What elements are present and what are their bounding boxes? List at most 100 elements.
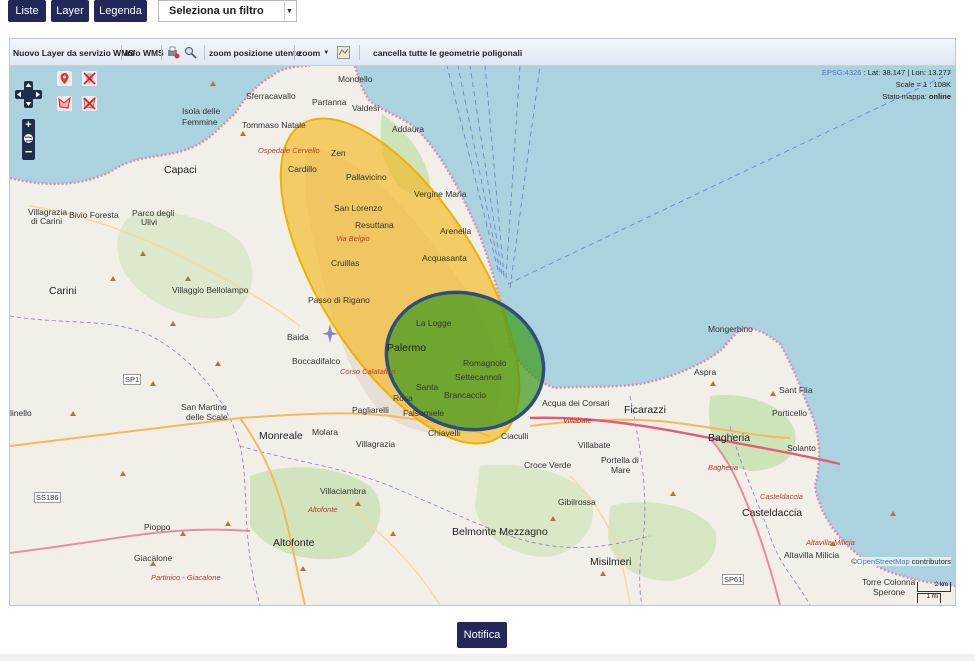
place-label: Vergine Maria [414, 189, 467, 199]
delete-polygon-icon[interactable] [82, 96, 97, 111]
place-label: Romagnolo [463, 358, 507, 368]
place-label: Baida [287, 332, 309, 342]
place-label: Palermo [387, 342, 427, 354]
search-icon[interactable] [184, 46, 197, 59]
place-label: Rosa [393, 393, 413, 403]
place-label: Altofonte [273, 537, 315, 549]
place-label: Pagliarelli [352, 405, 389, 415]
place-label: Zen [331, 148, 346, 158]
place-label: Altavilla Milicia [806, 538, 855, 547]
place-label: Bagheria [708, 463, 739, 472]
place-label: Isola delle [182, 106, 221, 116]
place-label: Altavilla Milicia [784, 550, 840, 560]
place-label: linello [10, 408, 32, 418]
zoom-out-button[interactable]: − [22, 145, 35, 159]
place-label: Boccadifalco [292, 356, 341, 366]
caret-down-icon: ▼ [323, 49, 330, 56]
map-panel: Nuovo Layer da servizio WMS Info WMS zoo… [9, 38, 956, 606]
toolbar-divider [294, 45, 295, 60]
place-label: Sant Flia [779, 385, 813, 395]
place-label: Falsomiele [403, 408, 445, 418]
toolbar-divider [121, 45, 122, 60]
place-label: Belmonte Mezzagno [452, 526, 548, 538]
filter-select-value: Seleziona un filtro [169, 5, 264, 17]
place-label: Ulivi [141, 217, 158, 227]
place-label: San Martino [181, 402, 227, 412]
layer-button[interactable]: Layer [51, 0, 89, 22]
zoom-user-position-button[interactable]: zoom posizione utente [209, 39, 301, 66]
place-label: Acqua dei Corsari [542, 398, 610, 408]
top-bar: Liste Layer Legenda Seleziona un filtro … [0, 0, 975, 26]
place-label: La Logge [416, 318, 452, 328]
notifica-button[interactable]: Notifica [457, 622, 507, 648]
road-shield: SP1 [123, 374, 142, 385]
clear-polygons-button[interactable]: cancella tutte le geometrie poligonali [373, 39, 522, 66]
toolbar-divider [161, 45, 162, 60]
place-label: Mongerbino [708, 324, 753, 334]
place-label: Giacalone [134, 553, 173, 563]
place-label: Altofonte [308, 505, 338, 514]
road-shield: SP61 [722, 574, 745, 585]
place-label: Casteldaccia [742, 507, 803, 519]
chevron-down-icon: ▼ [284, 2, 294, 20]
liste-button[interactable]: Liste [8, 0, 46, 22]
legenda-button[interactable]: Legenda [94, 0, 147, 22]
place-label: di Carini [31, 216, 63, 226]
place-label: Villabate [563, 416, 592, 425]
pan-control[interactable] [15, 81, 42, 108]
toolbar-divider [204, 45, 205, 60]
place-label: Cardillo [288, 164, 317, 174]
draw-point-icon[interactable] [57, 71, 72, 86]
toolbar-divider [359, 45, 360, 60]
map-attribution: ©OpenStreetMap contributors [851, 557, 951, 566]
place-label: Capaci [164, 164, 197, 176]
place-label: Santa [416, 382, 439, 392]
place-label: Passo di Rigano [308, 295, 370, 305]
delete-point-icon[interactable] [82, 71, 97, 86]
globe-icon[interactable] [23, 133, 34, 144]
projection-label: EPSG:4326 [821, 68, 862, 77]
road-shield: SS186 [34, 492, 61, 503]
map-toolbar: Nuovo Layer da servizio WMS Info WMS zoo… [10, 39, 955, 66]
place-label: Aspra [694, 367, 717, 377]
place-label: Gibilrossa [558, 497, 596, 507]
place-label: Acquasanta [422, 253, 467, 263]
scale-bar-km: 2 km [917, 582, 951, 592]
map-polygon-icon[interactable] [337, 46, 350, 59]
place-label: Partinico - Giacalone [151, 573, 221, 582]
place-label: Via Belgio [336, 234, 370, 243]
scale-bar: 2 km 1 mi [917, 582, 953, 604]
new-wms-layer-button[interactable]: Nuovo Layer da servizio WMS [13, 39, 134, 66]
place-label: Pioppo [144, 522, 171, 532]
draw-polygon-icon[interactable] [57, 96, 72, 111]
place-label: Portella di [601, 455, 639, 465]
filter-select[interactable]: Seleziona un filtro ▼ [158, 0, 297, 22]
place-label: Arenella [440, 226, 472, 236]
place-label: Sperone [873, 587, 906, 597]
zoom-dropdown[interactable]: zoom ▼ [298, 39, 329, 66]
print-icon[interactable] [167, 46, 180, 59]
place-label: Valdesi [352, 103, 380, 113]
scale-bar-mi: 1 mi [917, 593, 941, 603]
place-label: Corso Calatafimi [340, 367, 396, 376]
place-label: Monreale [259, 430, 303, 442]
zoom-in-button[interactable]: + [22, 119, 35, 132]
osm-link[interactable]: OpenStreetMap [857, 557, 910, 566]
map-state-label: Stato mappa: [882, 92, 929, 101]
coordinate-readout: EPSG:4326 : Lat: 38.147 | Lon: 13.277 [822, 68, 951, 77]
place-label: delle Scale [186, 412, 228, 422]
info-wms-button[interactable]: Info WMS [125, 39, 164, 66]
map-state-value: online [928, 92, 951, 101]
place-label: Villaggio Bellolampo [172, 285, 249, 295]
place-label: Misilmeri [590, 556, 632, 568]
map-canvas[interactable]: Mondello Sferracavallo Partanna Valdesi … [10, 66, 955, 605]
place-label: Resuttana [355, 220, 394, 230]
place-label: Ospedale Cervello [258, 146, 320, 155]
place-label: Partanna [312, 97, 347, 107]
place-label: Villabate [578, 440, 611, 450]
place-label: Ficarazzi [624, 404, 667, 416]
place-label: Villagrazia [356, 439, 396, 449]
place-label: Villaciambra [320, 486, 367, 496]
place-label: Bivio Foresta [69, 210, 119, 220]
place-label: Croce Verde [524, 460, 572, 470]
